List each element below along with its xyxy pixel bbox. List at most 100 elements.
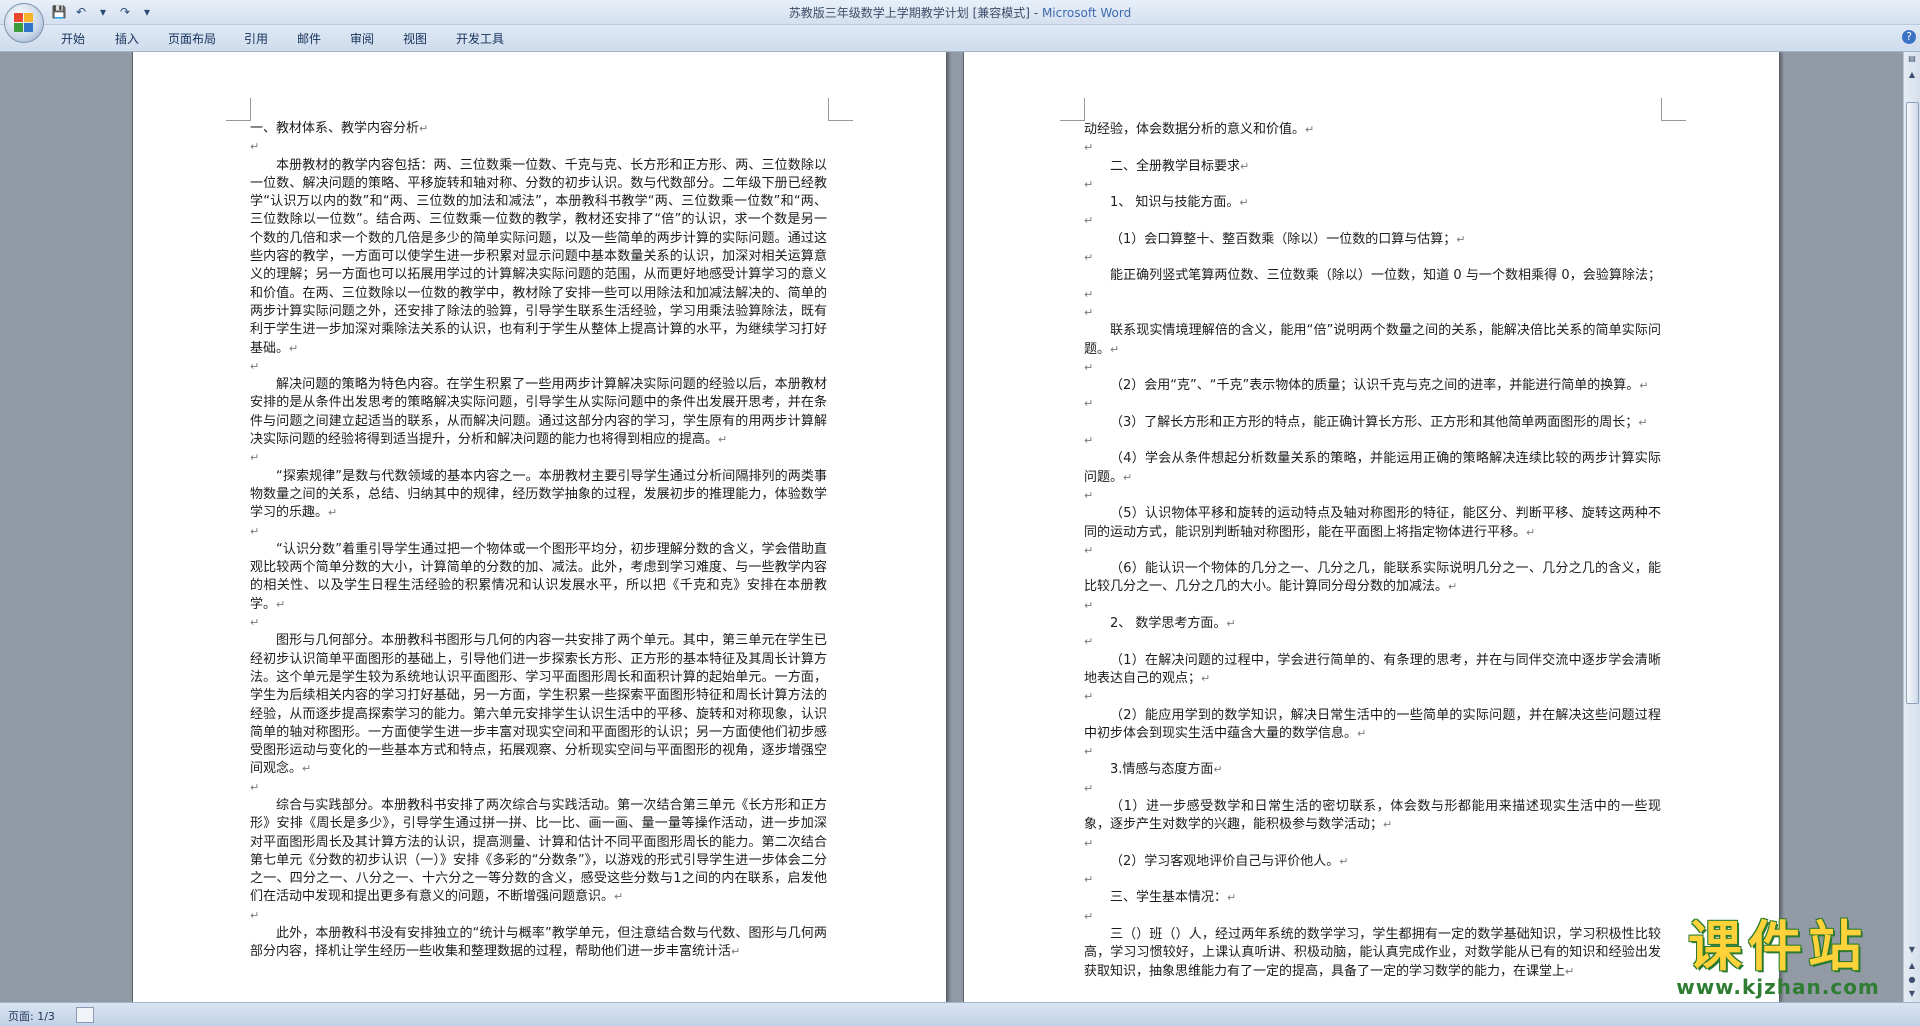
help-icon[interactable]: ? — [1902, 30, 1916, 44]
paragraph[interactable]: ↵ — [1084, 597, 1661, 615]
paragraph[interactable]: ↵ — [250, 523, 827, 541]
select-browse-object-icon[interactable]: ● — [1906, 975, 1918, 989]
paragraph[interactable]: （4）学会从条件想起分析数量关系的策略，并能运用正确的策略解决连续比较的两步计算… — [1084, 450, 1661, 487]
paragraph[interactable]: 三、学生基本情况：↵ — [1084, 889, 1661, 907]
tab-page-layout[interactable]: 页面布局 — [168, 30, 216, 47]
paragraph-mark-icon: ↵ — [1084, 488, 1094, 502]
next-page-icon[interactable]: ▼ — [1906, 989, 1918, 1003]
paragraph[interactable]: （1）进一步感受数学和日常生活的密切联系，体会数与形都能用来描述现实生活中的一些… — [1084, 798, 1661, 835]
paragraph[interactable]: ↵ — [1084, 743, 1661, 761]
proofing-status-icon[interactable] — [76, 1007, 94, 1023]
paragraph[interactable]: 本册教材的教学内容包括：两、三位数乘一位数、千克与克、长方形和正方形、两、三位数… — [250, 157, 827, 358]
document-title: 苏教版三年级数学上学期教学计划 [兼容模式] — [788, 6, 1030, 20]
paragraph-mark-icon: ↵ — [250, 524, 260, 538]
paragraph[interactable]: ↵ — [1084, 359, 1661, 377]
paragraph[interactable]: ↵ — [1084, 780, 1661, 798]
paragraph[interactable]: ↵ — [1084, 835, 1661, 853]
paragraph[interactable]: ↵ — [250, 907, 827, 925]
paragraph[interactable]: 能正确列竖式笔算两位数、三位数乘（除以）一位数，知道 0 与一个数相乘得 0，会… — [1084, 267, 1661, 304]
paragraph[interactable]: （2）学习客观地评价自己与评价他人。↵ — [1084, 853, 1661, 871]
minimize-button[interactable] — [1840, 2, 1864, 20]
tab-view[interactable]: 视图 — [403, 30, 427, 47]
paragraph[interactable]: （3）了解长方形和正方形的特点，能正确计算长方形、正方形和其他简单两面图形的周长… — [1084, 414, 1661, 432]
paragraph-mark-icon: ↵ — [1201, 671, 1211, 685]
paragraph-text: （1）在解决问题的过程中，学会进行简单的、有条理的思考，并在与同伴交流中逐步学会… — [1084, 652, 1661, 686]
paragraph-mark-icon: ↵ — [1227, 891, 1237, 905]
paragraph[interactable]: （2）会用“克”、“千克”表示物体的质量；认识千克与克之间的进率，并能进行简单的… — [1084, 377, 1661, 395]
tab-mailings[interactable]: 邮件 — [297, 30, 321, 47]
paragraph[interactable]: 3.情感与态度方面↵ — [1084, 761, 1661, 779]
paragraph[interactable]: 2、 数学思考方面。↵ — [1084, 615, 1661, 633]
paragraph[interactable]: ↵ — [250, 614, 827, 632]
paragraph-mark-icon: ↵ — [1305, 123, 1315, 136]
paragraph[interactable]: 三（）班（）人，经过两年系统的数学学习，学生都拥有一定的数学基础知识，学习积极性… — [1084, 926, 1661, 981]
paragraph[interactable]: ↵ — [250, 449, 827, 467]
paragraph[interactable]: ↵ — [1084, 908, 1661, 926]
page-number-indicator[interactable]: 页面: 1/3 — [8, 1008, 55, 1024]
paragraph-text: （3）了解长方形和正方形的特点，能正确计算长方形、正方形和其他简单两面图形的周长… — [1110, 414, 1639, 430]
tab-insert[interactable]: 插入 — [115, 30, 139, 47]
paragraph-text: （1）会口算整十、整百数乘（除以）一位数的口算与估算； — [1110, 231, 1457, 247]
paragraph[interactable]: ↵ — [1084, 542, 1661, 560]
paragraph[interactable]: （5）认识物体平移和旋转的运动特点及轴对称图形的特征，能区分、判断平移、旋转这两… — [1084, 505, 1661, 542]
vertical-scrollbar[interactable]: ▤ ▲ ▼ ▲ ● ▼ — [1903, 52, 1920, 1002]
paragraph[interactable]: ↵ — [1084, 688, 1661, 706]
office-button[interactable] — [4, 3, 44, 43]
paragraph-mark-icon: ↵ — [1213, 763, 1223, 777]
tab-review[interactable]: 审阅 — [350, 30, 374, 47]
paragraph[interactable]: ↵ — [1084, 176, 1661, 194]
paragraph-mark-icon: ↵ — [1084, 434, 1094, 448]
paragraph-mark-icon: ↵ — [1084, 305, 1094, 319]
paragraph[interactable]: ↵ — [250, 358, 827, 376]
paragraph[interactable]: ↵ — [1084, 487, 1661, 505]
right-page-text[interactable]: 动经验，体会数据分析的意义和价值。↵ ↵ 二、全册教学目标要求↵ ↵ 1、 知识与技能方… — [1084, 121, 1661, 981]
paragraph[interactable]: ↵ — [250, 779, 827, 797]
paragraph[interactable]: （1）在解决问题的过程中，学会进行简单的、有条理的思考，并在与同伴交流中逐步学会… — [1084, 652, 1661, 689]
logo-square-green — [14, 23, 23, 32]
paragraph-mark-icon: ↵ — [250, 140, 260, 154]
paragraph[interactable]: ↵ — [1084, 395, 1661, 413]
tab-developer[interactable]: 开发工具 — [456, 30, 504, 47]
status-bar: 页面: 1/3 — [0, 1002, 1920, 1026]
paragraph[interactable]: （2）能应用学到的数学知识，解决日常生活中的一些简单的实际问题，并在解决这些问题… — [1084, 707, 1661, 744]
paragraph[interactable]: 一、教材体系、教学内容分析↵ — [250, 120, 827, 138]
paragraph[interactable]: 综合与实践部分。本册教科书安排了两次综合与实践活动。第一次结合第三单元《长方形和… — [250, 797, 827, 907]
maximize-button[interactable] — [1866, 2, 1890, 20]
paragraph[interactable]: 解决问题的策略为特色内容。在学生积累了一些用两步计算解决实际问题的经验以后，本册… — [250, 376, 827, 449]
paragraph-text: （4）学会从条件想起分析数量关系的策略，并能运用正确的策略解决连续比较的两步计算… — [1084, 451, 1661, 485]
paragraph-text: 二、全册教学目标要求 — [1110, 158, 1241, 174]
paragraph[interactable]: 联系现实情境理解倍的含义，能用“倍”说明两个数量之间的关系，能解决倍比关系的简单… — [1084, 322, 1661, 359]
paragraph-mark-icon: ↵ — [1084, 635, 1094, 649]
paragraph[interactable]: ↵ — [1084, 249, 1661, 267]
paragraph[interactable]: “认识分数”着重引导学生通过把一个物体或一个图形平均分，初步理解分数的含义，学会… — [250, 541, 827, 614]
paragraph[interactable]: ↵ — [1084, 432, 1661, 450]
close-button[interactable] — [1892, 2, 1916, 20]
paragraph[interactable]: 此外，本册教科书没有安排独立的“统计与概率”教学单元，但注意结合数与代数、图形与… — [250, 925, 827, 962]
paragraph[interactable]: ↵ — [250, 138, 827, 156]
scroll-down-icon[interactable]: ▼ — [1906, 945, 1918, 959]
paragraph[interactable]: 二、全册教学目标要求↵ — [1084, 158, 1661, 176]
previous-page-icon[interactable]: ▲ — [1906, 961, 1918, 975]
tab-home[interactable]: 开始 — [61, 30, 85, 47]
paragraph[interactable]: ↵ — [1084, 871, 1661, 889]
paragraph[interactable]: 动经验，体会数据分析的意义和价值。↵ — [1084, 121, 1661, 139]
paragraph-mark-icon: ↵ — [1638, 415, 1648, 429]
paragraph[interactable]: 图形与几何部分。本册教科书图形与几何的内容一共安排了两个单元。其中，第三单元在学… — [250, 632, 827, 778]
paragraph-mark-icon: ↵ — [289, 341, 299, 355]
paragraph-text: 1、 知识与技能方面。 — [1110, 195, 1240, 211]
paragraph[interactable]: ↵ — [1084, 212, 1661, 230]
ruler-toggle-icon[interactable]: ▤ — [1906, 54, 1918, 68]
paragraph-mark-icon: ↵ — [1084, 141, 1094, 155]
paragraph[interactable]: 1、 知识与技能方面。↵ — [1084, 194, 1661, 212]
window-title: 苏教版三年级数学上学期教学计划 [兼容模式] - Microsoft Word — [0, 4, 1920, 21]
paragraph[interactable]: ↵ — [1084, 304, 1661, 322]
scrollbar-thumb[interactable] — [1906, 102, 1919, 704]
scroll-up-icon[interactable]: ▲ — [1906, 70, 1918, 84]
paragraph[interactable]: （6）能认识一个物体的几分之一、几分之几，能联系实际说明几分之一、几分之几的含义… — [1084, 560, 1661, 597]
tab-references[interactable]: 引用 — [244, 30, 268, 47]
paragraph[interactable]: ↵ — [1084, 139, 1661, 157]
paragraph[interactable]: ↵ — [1084, 633, 1661, 651]
paragraph[interactable]: （1）会口算整十、整百数乘（除以）一位数的口算与估算；↵ — [1084, 231, 1661, 249]
left-page-text[interactable]: 一、教材体系、教学内容分析↵ ↵ 本册教材的教学内容包括：两、三位数乘一位数、千克与… — [250, 120, 827, 962]
paragraph[interactable]: “探索规律”是数与代数领域的基本内容之一。本册教材主要引导学生通过分析间隔排列的… — [250, 468, 827, 523]
